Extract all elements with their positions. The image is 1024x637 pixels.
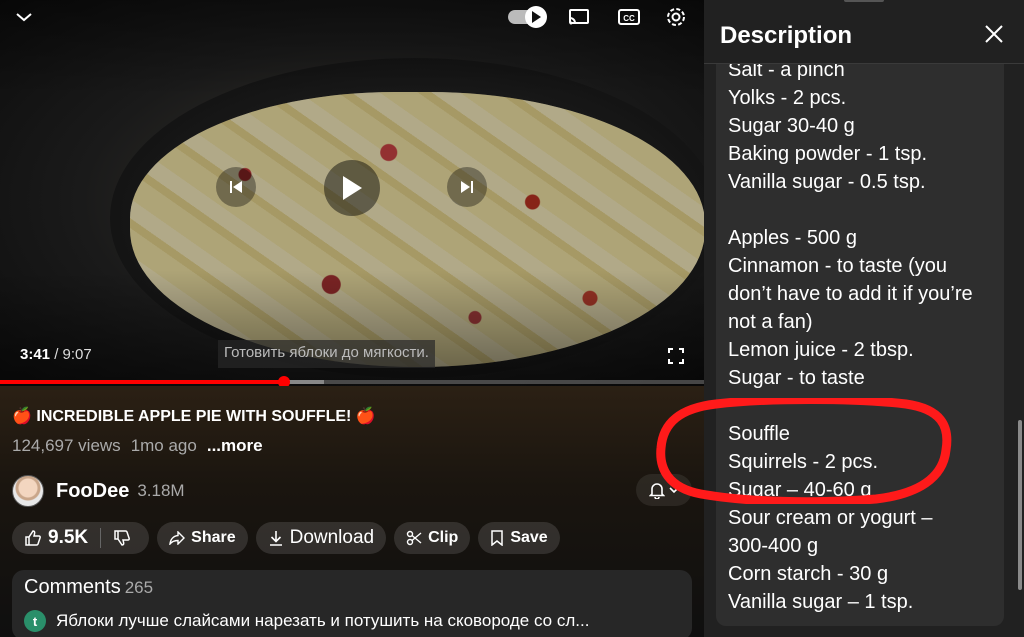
current-time: 3:41 — [20, 346, 51, 363]
skip-previous-icon — [230, 181, 242, 193]
save-label: Save — [510, 529, 548, 546]
description-line — [728, 392, 998, 420]
autoplay-toggle[interactable] — [506, 4, 547, 30]
played-bar — [0, 380, 285, 384]
description-header: Description — [704, 0, 1024, 64]
thumbs-up-icon — [25, 530, 41, 546]
description-line: 300-400 g — [728, 535, 819, 557]
drag-handle[interactable] — [844, 0, 884, 2]
duration: 9:07 — [62, 346, 92, 363]
video-title[interactable]: 🍎 INCREDIBLE APPLE PIE WITH SOUFFLE! 🍎 — [12, 406, 376, 426]
video-info: 🍎 INCREDIBLE APPLE PIE WITH SOUFFLE! 🍎 1… — [0, 386, 704, 637]
autoplay-play-icon — [525, 6, 547, 28]
time-display: 3:41 / 9:07 — [20, 346, 92, 363]
panel-title: Description — [720, 22, 853, 49]
bell-icon — [649, 483, 665, 499]
share-button[interactable]: Share — [157, 522, 248, 554]
description-line: Vanilla sugar - 0.5 tsp. — [728, 171, 926, 193]
clip-label: Clip — [428, 529, 459, 546]
progress-bar[interactable] — [0, 376, 704, 388]
description-line: Salt - a pinch — [728, 64, 845, 81]
play-icon — [343, 176, 362, 200]
description-line: Sour cream or yogurt – — [728, 507, 933, 529]
description-line: Lemon juice - 2 tbsp. — [728, 339, 914, 361]
bookmark-icon — [491, 530, 504, 546]
minimize-chevron-icon[interactable] — [12, 4, 36, 30]
scrollbar[interactable] — [1018, 420, 1022, 590]
close-icon[interactable] — [984, 24, 1008, 48]
thumbs-down-icon — [114, 530, 131, 546]
description-line: Sugar - to taste — [728, 367, 865, 389]
commenter-avatar: t — [24, 610, 46, 632]
skip-next-icon — [461, 181, 473, 193]
share-label: Share — [191, 529, 236, 546]
cast-icon[interactable] — [566, 4, 592, 30]
comment-text: Яблоки лучше слайсами нарезать и потушит… — [56, 611, 590, 630]
download-label: Download — [289, 527, 375, 548]
dislike-button[interactable] — [101, 522, 149, 554]
captions-icon[interactable]: CC — [616, 4, 642, 30]
video-meta[interactable]: 124,697 views 1mo ago ...more — [12, 436, 263, 456]
settings-gear-icon[interactable] — [664, 4, 688, 30]
description-line: Sugar – 40-60 g — [728, 479, 872, 501]
comments-teaser[interactable]: Comments 265 t Яблоки лучше слайсами наре… — [12, 570, 692, 637]
share-icon — [169, 531, 186, 545]
channel-avatar[interactable] — [12, 475, 44, 507]
download-icon — [269, 531, 282, 546]
upload-age: 1mo ago — [130, 436, 197, 455]
channel-name[interactable]: FooDee — [56, 480, 129, 503]
next-video-button[interactable] — [447, 167, 487, 207]
notifications-bell-button[interactable] — [636, 474, 692, 506]
description-line: Yolks - 2 pcs. — [728, 87, 847, 109]
like-dislike-group: 9.5K — [12, 522, 150, 554]
fullscreen-icon[interactable] — [668, 348, 684, 364]
description-line: Squirrels - 2 pcs. — [728, 451, 879, 473]
first-comment[interactable]: t Яблоки лучше слайсами нарезать и потуш… — [24, 610, 684, 632]
video-column: CC 3:41 / 9:07 Готовить яблоки до мягкос… — [0, 0, 704, 637]
caption-text: Готовить яблоки до мягкости. — [218, 340, 435, 368]
video-player[interactable]: CC 3:41 / 9:07 Готовить яблоки до мягкос… — [0, 0, 704, 386]
subscriber-count: 3.18M — [137, 481, 185, 500]
description-line: not a fan) — [728, 311, 813, 333]
description-line: Vanilla sugar – 1 tsp. — [728, 591, 914, 613]
description-line: Baking powder - 1 tsp. — [728, 143, 927, 165]
previous-video-button[interactable] — [216, 167, 256, 207]
description-text: Salt - a pinch Yolks - 2 pcs. Sugar 30-40 … — [728, 64, 998, 616]
comments-label: Comments — [24, 576, 121, 598]
description-line: Apples - 500 g — [728, 227, 857, 249]
save-button[interactable]: Save — [478, 522, 560, 554]
play-button[interactable] — [324, 160, 380, 216]
clip-button[interactable]: Clip — [394, 522, 471, 554]
description-panel: Description Salt - a pinch Yolks - 2 pcs.… — [704, 0, 1024, 637]
like-count: 9.5K — [48, 527, 89, 548]
description-line: don’t have to add it if you’re — [728, 283, 973, 305]
comments-count: 265 — [124, 578, 154, 597]
action-bar: 9.5K Share Download Clip Save — [12, 522, 560, 554]
download-button[interactable]: Download — [255, 522, 387, 554]
view-count: 124,697 views — [12, 436, 121, 455]
description-line: Corn starch - 30 g — [728, 563, 889, 585]
channel-row[interactable]: FooDee 3.18M — [12, 474, 185, 508]
description-line — [728, 196, 998, 224]
like-button[interactable]: 9.5K — [12, 522, 100, 554]
comments-header: Comments 265 — [24, 576, 153, 599]
more-link[interactable]: ...more — [207, 436, 263, 455]
svg-text:CC: CC — [623, 14, 635, 23]
scissors-icon — [406, 530, 422, 546]
chevron-down-icon — [669, 487, 679, 494]
description-body[interactable]: Salt - a pinch Yolks - 2 pcs. Sugar 30-40 … — [716, 64, 1004, 626]
description-line: Souffle — [728, 423, 790, 445]
description-line: Sugar 30-40 g — [728, 115, 855, 137]
description-line: Cinnamon - to taste (you — [728, 255, 947, 277]
